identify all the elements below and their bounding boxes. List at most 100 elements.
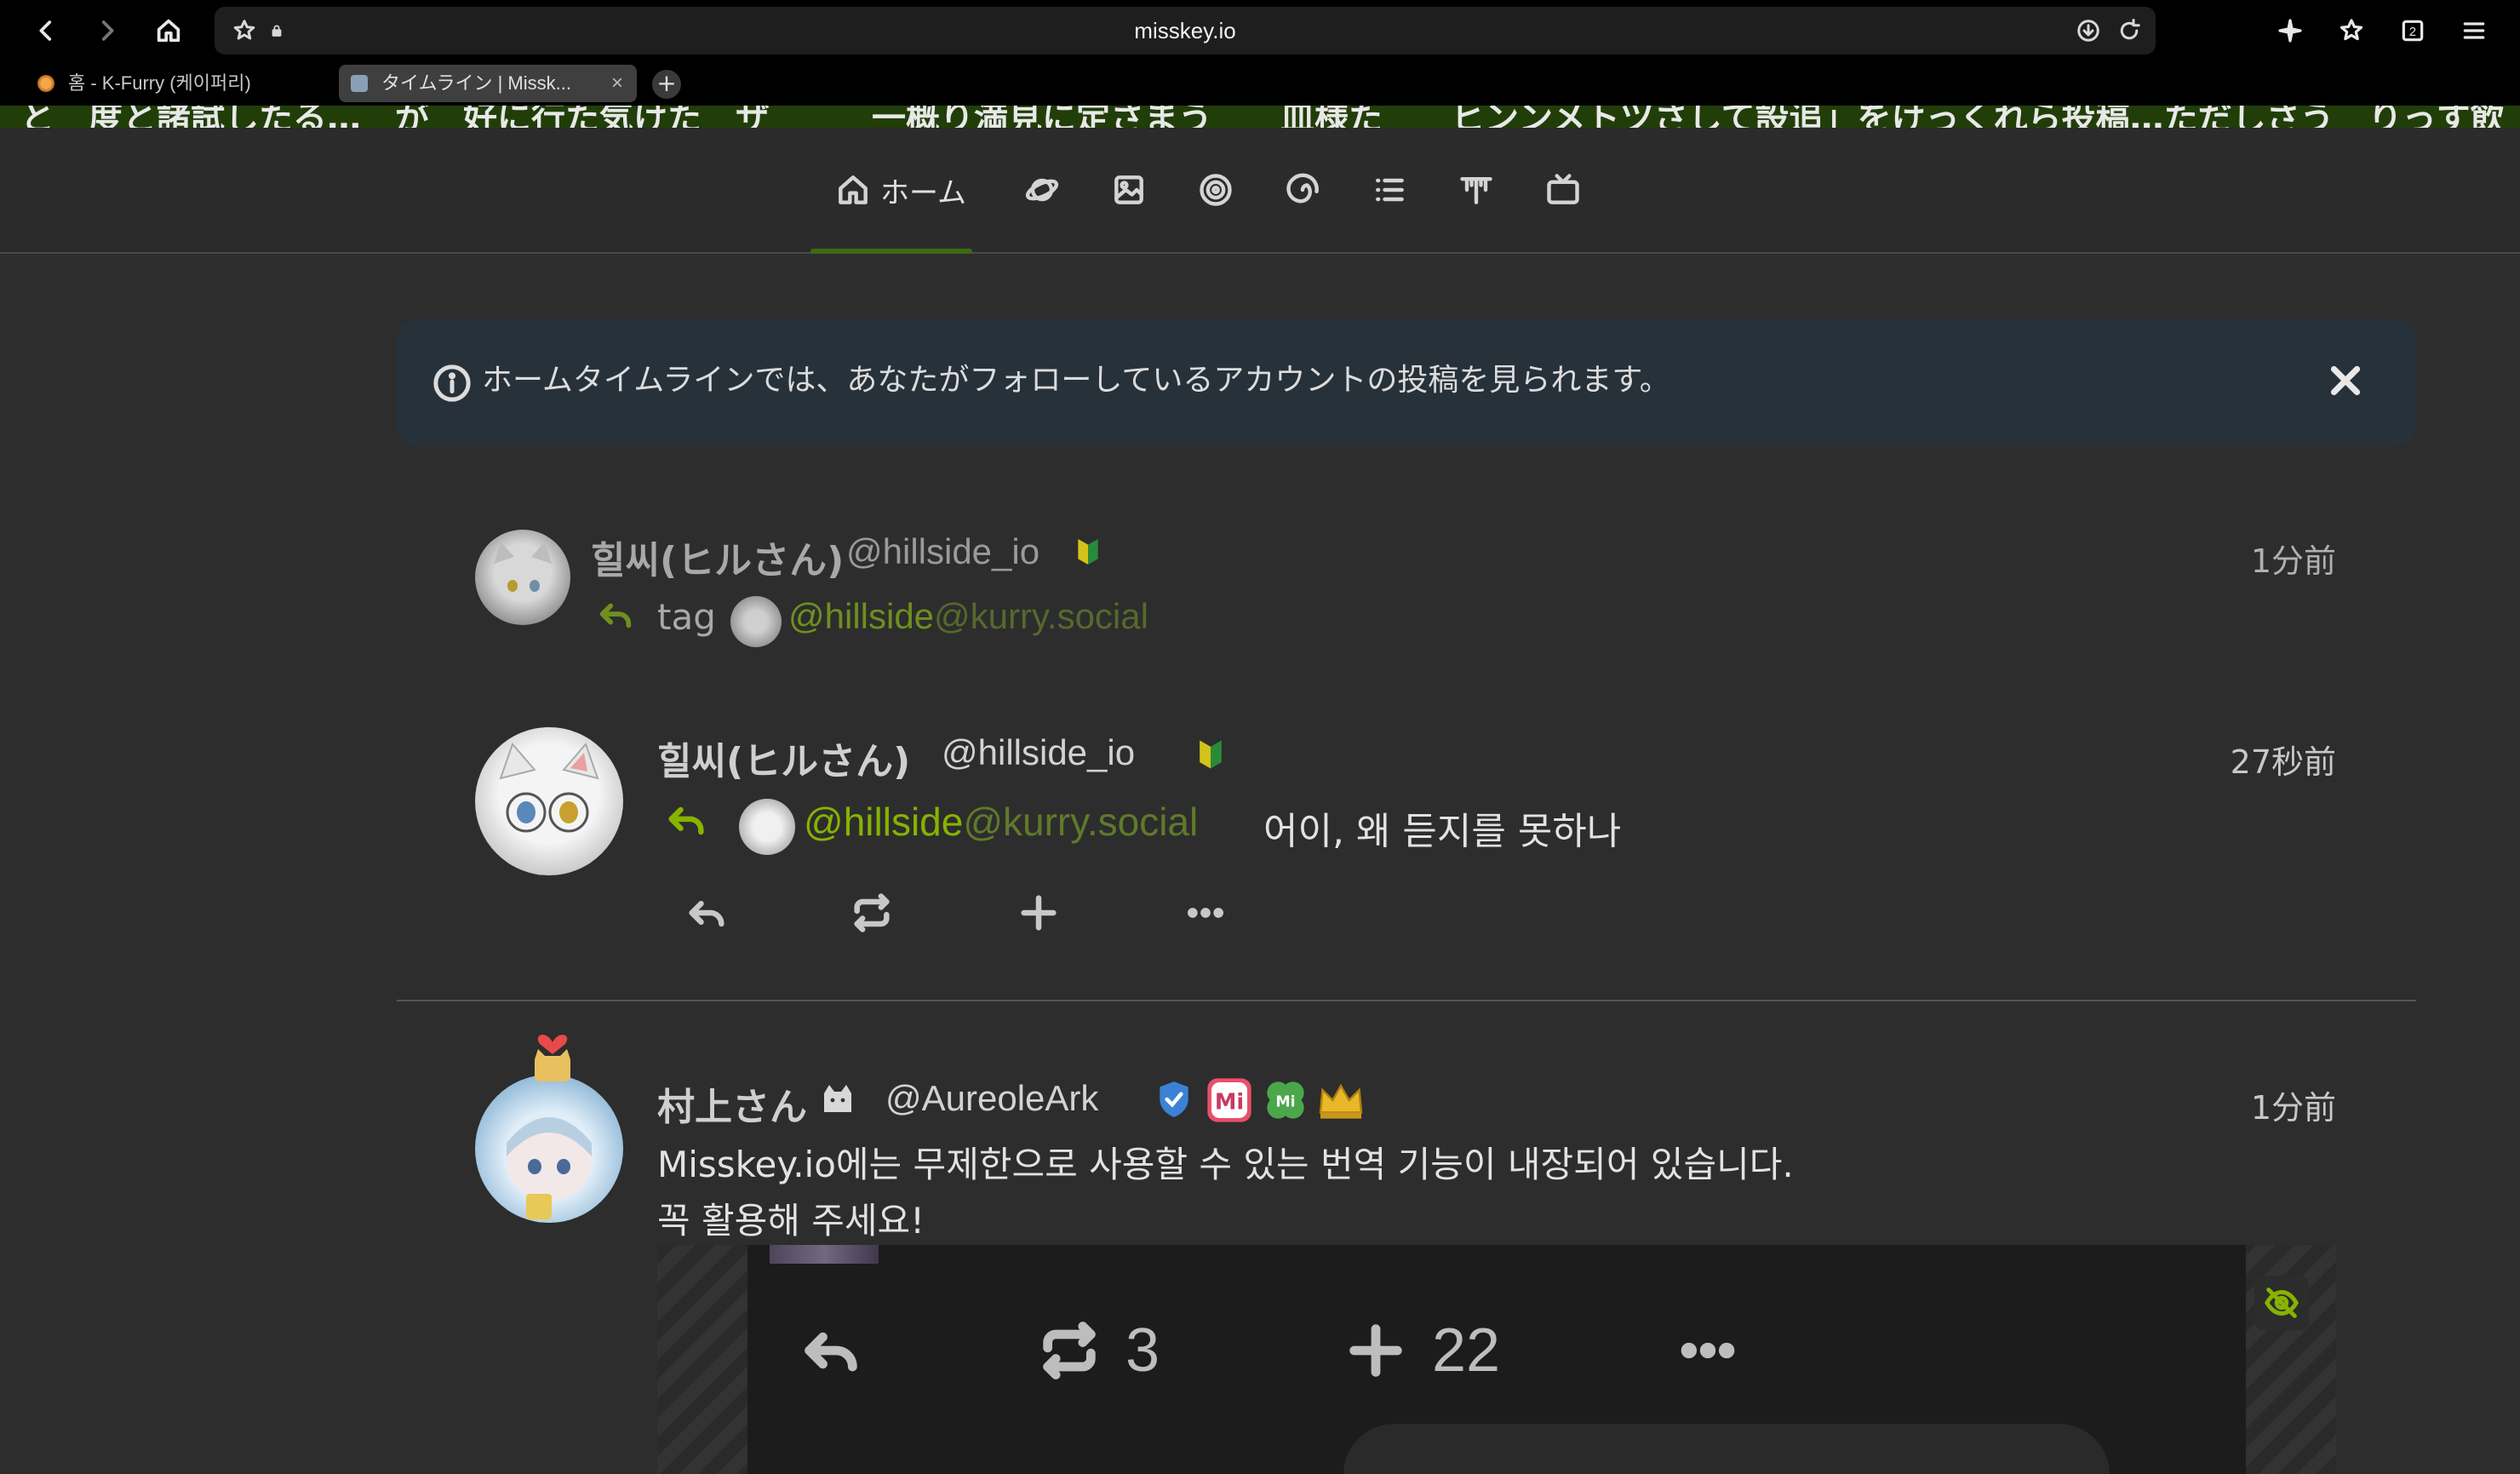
tab-antennas[interactable] (1458, 162, 1495, 218)
new-tab-button[interactable]: + (652, 70, 681, 99)
close-tab-icon[interactable]: × (611, 65, 623, 102)
media-reply-icon (799, 1316, 863, 1385)
cat-emoji-icon (817, 1078, 860, 1121)
note-text: 어이, 왜 듣지를 못하나 (1263, 810, 1622, 853)
menu-icon[interactable] (2455, 12, 2493, 49)
tab-local[interactable] (1023, 162, 1061, 218)
browser-chrome: misskey.io 2 홈 - K-Furry (케이퍼리) タイムライン |… (0, 0, 2520, 106)
display-name[interactable]: 村上さん (657, 1076, 807, 1131)
planet-icon (1025, 178, 1059, 202)
tab-title: 홈 - K-Furry (케이퍼리) (68, 72, 251, 94)
tab-global[interactable] (1284, 162, 1321, 218)
renote-count: 3 (1125, 1316, 1160, 1385)
more-dots-icon (1187, 908, 1224, 918)
beginner-badge-icon (1192, 736, 1229, 773)
timeline-header: ホーム (0, 128, 2520, 254)
info-text: ホームタイムラインでは、あなたがフォローしているアカウントの投稿を見られます。 (482, 363, 1670, 398)
more-button[interactable] (1180, 887, 1231, 938)
info-icon (432, 364, 472, 403)
mention-user: @hillside (804, 800, 964, 844)
tab-social[interactable] (1197, 162, 1234, 218)
tab-channels[interactable] (1544, 162, 1582, 218)
reply-button[interactable] (681, 887, 732, 938)
browser-tab[interactable]: 홈 - K-Furry (케이퍼리) (26, 65, 332, 102)
media-reaction: 22 (1343, 1316, 1500, 1385)
renote-button[interactable] (846, 887, 897, 938)
whirl-icon (1286, 173, 1319, 204)
mention-host: @kurry.social (934, 596, 1148, 636)
active-tab-indicator (810, 249, 972, 254)
verified-shield-icon (1153, 1078, 1190, 1117)
note-text-line1: Misskey.io에는 무제한으로 사용할 수 있는 번역 기능이 내장되어 … (657, 1144, 1794, 1185)
user-handle[interactable]: @AureoleArk (885, 1078, 1098, 1119)
misskey-clover-badge-icon: Mi (1263, 1078, 1308, 1122)
close-notice-button[interactable] (2322, 358, 2368, 404)
media-attachment[interactable]: 3 22 (657, 1245, 2336, 1474)
user-handle[interactable]: @hillside_io (846, 531, 1040, 572)
note-divider (397, 1000, 2416, 1001)
forward-button[interactable] (89, 12, 126, 49)
avatar[interactable] (475, 1075, 623, 1223)
tab-media[interactable] (1110, 162, 1148, 218)
back-button[interactable] (27, 12, 65, 49)
note-text: tag (657, 596, 716, 638)
browser-tab-active[interactable]: タイムライン | Missk... × (339, 65, 637, 102)
image-icon (1114, 175, 1143, 204)
home-icon (157, 19, 180, 43)
cat-avatar-icon (494, 542, 552, 592)
user-handle[interactable]: @hillside_io (942, 732, 1135, 773)
info-notice: ホームタイムラインでは、あなたがフォローしているアカウントの投稿を見られます。 (397, 318, 2416, 446)
tab-home-label: ホーム (880, 175, 966, 210)
mention-avatar (730, 596, 782, 647)
media-pill-shape (1343, 1424, 2110, 1474)
address-bar[interactable]: misskey.io (215, 7, 2156, 54)
marquee-text: と 度と諸試したる… が 好に行た気けた ザ 一概り満見に定さまう 皿様た ヒン… (20, 106, 2520, 128)
tab-home[interactable]: ホーム (834, 162, 966, 218)
display-name[interactable]: 힐씨(ヒルさん) (657, 731, 910, 785)
mention-link[interactable]: @hillside@kurry.social (804, 799, 1198, 845)
media-renote: 3 (1037, 1316, 1160, 1385)
tab-count-icon[interactable]: 2 (2394, 12, 2431, 49)
hide-media-button[interactable] (2254, 1276, 2309, 1330)
chevron-right-icon (101, 20, 114, 41)
url-text: misskey.io (1134, 18, 1236, 43)
mention-avatar (739, 799, 795, 855)
eye-off-icon (2265, 1288, 2299, 1318)
announcement-marquee: と 度と諸試したる… が 好に行た気けた ザ 一概り満見に定さまう 皿様た ヒン… (0, 106, 2520, 128)
cat-hat-heart-icon (523, 1025, 582, 1085)
home-icon (839, 175, 868, 204)
target-icon (1200, 174, 1232, 206)
home-button[interactable] (150, 12, 187, 49)
download-icon[interactable] (2074, 16, 2103, 45)
repeat-icon (1043, 1322, 1096, 1379)
avatar[interactable] (475, 727, 623, 875)
misskey-badge-icon: Mi (1206, 1076, 1253, 1124)
timestamp[interactable]: 1分前 (2251, 1081, 2336, 1128)
display-name[interactable]: 힐씨(ヒルさん) (591, 530, 844, 584)
avatar[interactable] (475, 530, 570, 625)
anime-avatar-icon (507, 1117, 592, 1219)
svg-text:Mi: Mi (1275, 1094, 1295, 1111)
reaction-count: 22 (1432, 1316, 1501, 1385)
media-thumbnail (770, 1245, 879, 1264)
close-icon (2330, 365, 2361, 396)
favorites-star-icon[interactable] (2333, 12, 2370, 49)
mention-link[interactable]: @hillside@kurry.social (788, 596, 1148, 637)
timestamp[interactable]: 27秒前 (2231, 736, 2336, 783)
chevron-left-icon (39, 20, 52, 41)
tv-icon (1547, 174, 1579, 204)
mention-user: @hillside (788, 596, 935, 636)
sparkle-icon[interactable] (2271, 12, 2309, 49)
tab-lists[interactable] (1371, 162, 1408, 218)
plus-icon (1349, 1324, 1402, 1377)
reload-icon[interactable] (2115, 16, 2144, 45)
repeat-icon (854, 893, 890, 932)
react-button[interactable] (1013, 887, 1064, 938)
cat-avatar-icon (499, 743, 599, 833)
media-more-icon (1675, 1316, 1740, 1385)
kfurry-favicon-icon (37, 75, 54, 92)
antenna-icon (1460, 176, 1492, 204)
tab-title: タイムライン | Missk... (381, 72, 571, 94)
timestamp[interactable]: 1分前 (2251, 535, 2336, 582)
misskey-favicon-icon (351, 75, 368, 92)
